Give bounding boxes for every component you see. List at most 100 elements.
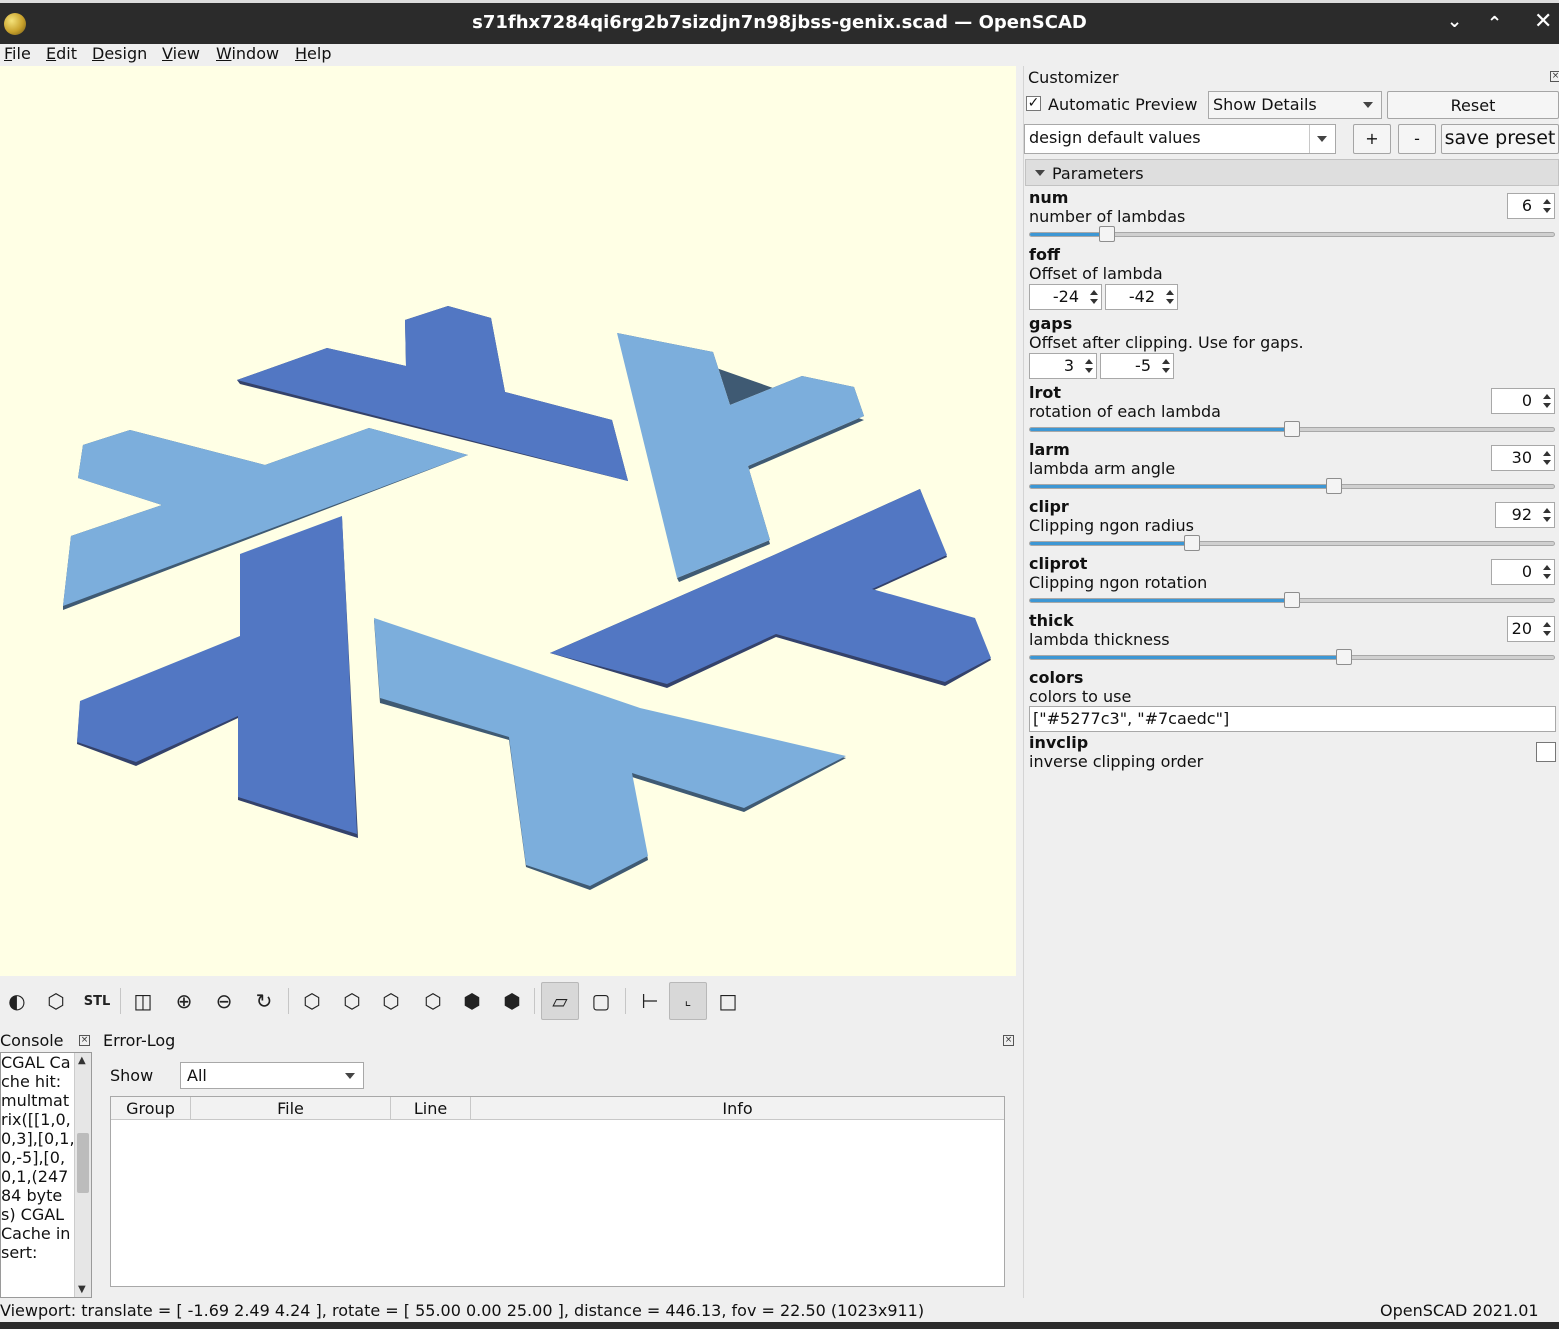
param-lrot-spinbox[interactable]: 0 [1491, 388, 1555, 414]
slider-handle[interactable] [1336, 649, 1353, 665]
slider-fill [1030, 599, 1292, 602]
slider-handle[interactable] [1284, 421, 1300, 437]
console-panel[interactable]: CGAL Cache hit: multmatrix([[1,0,0,3],[0… [0, 1052, 92, 1298]
minimize-icon[interactable]: ⌄ [1447, 11, 1462, 32]
view-bottom-icon[interactable]: ⬡ [376, 986, 406, 1016]
customizer-close-icon[interactable]: × [1550, 71, 1559, 82]
param-gaps-desc: Offset after clipping. Use for gaps. [1029, 333, 1304, 352]
menu-file[interactable]: File [4, 44, 31, 63]
slider-fill [1030, 233, 1108, 236]
details-select[interactable]: Show Details [1208, 91, 1382, 119]
menu-help[interactable]: Help [295, 44, 331, 63]
view-back-icon[interactable]: ⬢ [497, 986, 527, 1016]
column-header-group[interactable]: Group [111, 1097, 191, 1119]
param-invclip-checkbox[interactable] [1536, 742, 1556, 762]
3d-viewport[interactable] [0, 66, 1016, 976]
column-header-info[interactable]: Info [471, 1097, 1004, 1119]
slider-handle[interactable] [1325, 478, 1342, 494]
menu-view[interactable]: View [162, 44, 200, 63]
param-larm-slider[interactable] [1029, 478, 1555, 494]
param-larm-spinbox[interactable]: 30 [1491, 445, 1555, 471]
column-header-line[interactable]: Line [391, 1097, 471, 1119]
automatic-preview-checkbox[interactable]: ✓ [1026, 96, 1041, 111]
param-num-spinbox[interactable]: 6 [1507, 193, 1555, 219]
chevron-down-icon [1317, 136, 1327, 142]
show-filter-value: All [187, 1066, 207, 1085]
view-all-icon[interactable]: ◫ [128, 986, 158, 1016]
parameters-section-title: Parameters [1052, 164, 1144, 183]
param-lrot-slider[interactable] [1029, 421, 1555, 437]
view-front-icon[interactable]: ⬢ [457, 986, 487, 1016]
add-preset-button[interactable]: + [1353, 124, 1391, 154]
param-clipr-value: 92 [1511, 505, 1532, 524]
param-foff-x-spinbox[interactable]: -24 [1029, 284, 1102, 310]
param-thick-name: thick [1029, 611, 1074, 630]
column-header-file[interactable]: File [191, 1097, 391, 1119]
version-label: OpenSCAD 2021.01 [1380, 1301, 1539, 1320]
errorlog-close-icon[interactable]: × [1003, 1035, 1014, 1046]
param-lrot-name: lrot [1029, 383, 1062, 402]
console-output: CGAL Cache hit: multmatrix([[1,0,0,3],[0… [1, 1053, 75, 1262]
param-lrot-value: 0 [1521, 391, 1532, 410]
show-filter-select[interactable]: All [180, 1062, 364, 1089]
export-stl-icon[interactable]: STL [82, 986, 112, 1016]
errorlog-table[interactable]: Group File Line Info [110, 1096, 1005, 1287]
param-gaps-y-spinbox[interactable]: -5 [1100, 353, 1174, 379]
view-left-icon[interactable]: ⬡ [418, 986, 448, 1016]
param-num-slider[interactable] [1029, 226, 1555, 242]
menu-design[interactable]: Design [92, 44, 147, 63]
maximize-icon[interactable]: ⌃ [1487, 13, 1502, 34]
param-colors-input[interactable]: ["#5277c3", "#7caedc"] [1029, 706, 1556, 732]
param-gaps-x-spinbox[interactable]: 3 [1029, 353, 1097, 379]
toolbar-separator [534, 988, 535, 1014]
details-value: Show Details [1213, 95, 1317, 114]
param-cliprot-spinbox[interactable]: 0 [1491, 559, 1555, 585]
view-right-icon[interactable]: ⬡ [297, 986, 327, 1016]
console-close-icon[interactable]: × [79, 1035, 90, 1046]
slider-handle[interactable] [1184, 535, 1201, 551]
preset-value: design default values [1029, 128, 1201, 147]
param-thick-spinbox[interactable]: 20 [1507, 616, 1555, 642]
reset-button[interactable]: Reset [1387, 91, 1559, 119]
param-cliprot-name: cliprot [1029, 554, 1088, 573]
preview-icon[interactable]: ◐ [2, 986, 32, 1016]
chevron-down-icon [345, 1073, 355, 1079]
param-clipr-name: clipr [1029, 497, 1069, 516]
save-preset-button[interactable]: save preset [1441, 124, 1559, 154]
param-thick-value: 20 [1511, 619, 1532, 638]
lambda-shape [550, 489, 991, 688]
errorlog-table-header: Group File Line Info [111, 1097, 1004, 1120]
view-top-icon[interactable]: ⬡ [337, 986, 367, 1016]
param-cliprot-slider[interactable] [1029, 592, 1555, 608]
perspective-icon[interactable]: ▱ [541, 982, 579, 1020]
view-toolbar: ◐ ⬡ STL ◫ ⊕ ⊖ ↻ ⬡ ⬡ ⬡ ⬡ ⬢ ⬢ ▱ ▢ ⊢ ⌞ □ [0, 978, 1016, 1024]
param-foff-y-spinbox[interactable]: -42 [1105, 284, 1178, 310]
slider-handle[interactable] [1099, 226, 1116, 242]
zoom-in-icon[interactable]: ⊕ [169, 986, 199, 1016]
scroll-down-icon[interactable]: ▼ [78, 1284, 86, 1295]
param-lrot-desc: rotation of each lambda [1029, 402, 1221, 421]
param-clipr-slider[interactable] [1029, 535, 1555, 551]
show-edges-icon[interactable]: □ [713, 986, 743, 1016]
preset-select[interactable]: design default values [1024, 124, 1336, 154]
slider-handle[interactable] [1284, 592, 1300, 608]
remove-preset-button[interactable]: - [1398, 124, 1436, 154]
close-icon[interactable]: ✕ [1534, 9, 1552, 34]
render-icon[interactable]: ⬡ [41, 986, 71, 1016]
zoom-out-icon[interactable]: ⊖ [209, 986, 239, 1016]
menu-edit[interactable]: Edit [46, 44, 77, 63]
parameters-section-header[interactable]: Parameters [1025, 159, 1559, 186]
reset-view-icon[interactable]: ↻ [249, 986, 279, 1016]
toolbar-separator [120, 988, 121, 1014]
param-clipr-spinbox[interactable]: 92 [1495, 502, 1555, 528]
orthogonal-icon[interactable]: ▢ [586, 986, 616, 1016]
menu-window[interactable]: Window [216, 44, 279, 63]
scrollbar-thumb[interactable] [77, 1133, 89, 1193]
param-thick-slider[interactable] [1029, 649, 1555, 665]
show-axes-icon[interactable]: ⊢ [635, 986, 665, 1016]
console-scrollbar[interactable]: ▲ ▼ [74, 1053, 91, 1297]
show-scale-markers-icon[interactable]: ⌞ [669, 982, 707, 1020]
slider-fill [1030, 485, 1334, 488]
scroll-up-icon[interactable]: ▲ [78, 1055, 86, 1066]
chevron-down-icon [1363, 102, 1373, 108]
